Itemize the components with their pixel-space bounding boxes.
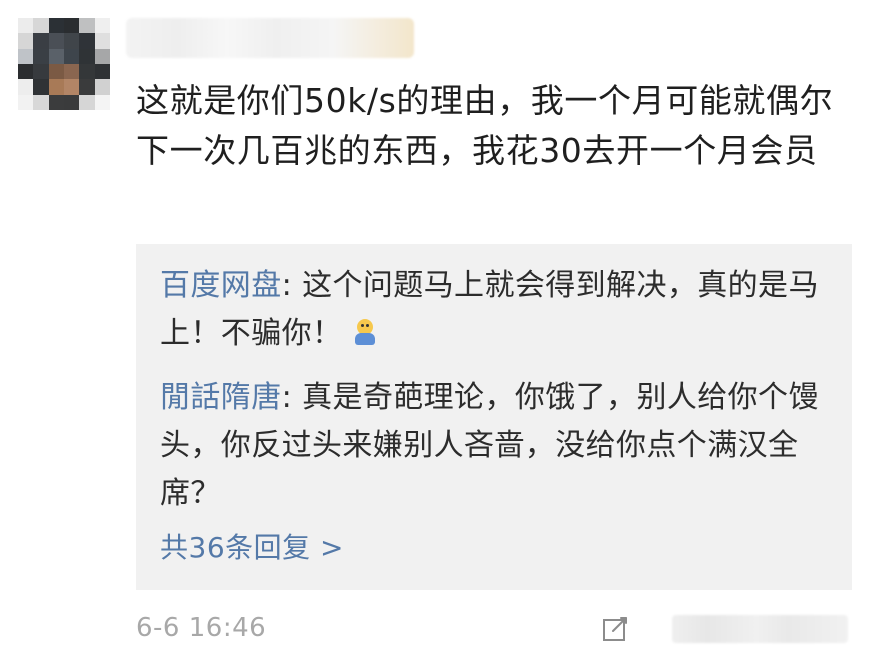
reply-separator: : [281, 380, 303, 415]
reply-separator: : [281, 268, 303, 303]
reply-item[interactable]: 百度网盘: 这个问题马上就会得到解决，真的是马上！不骗你！ [160, 262, 832, 358]
comment-text: 这就是你们50k/s的理由，我一个月可能就偶尔下一次几百兆的东西，我花30去开一… [136, 81, 834, 170]
blurred-action[interactable] [672, 615, 848, 643]
username-blurred[interactable] [126, 18, 414, 58]
edit-icon[interactable] [600, 614, 630, 644]
timestamp: 6-6 16:46 [136, 613, 267, 643]
reply-box[interactable]: 百度网盘: 这个问题马上就会得到解决，真的是马上！不骗你！ 閒話隋唐: 真是奇葩… [136, 244, 852, 590]
more-replies-link[interactable]: 共36条回复 > [160, 528, 344, 568]
avatar[interactable] [18, 18, 110, 110]
reply-item[interactable]: 閒話隋唐: 真是奇葩理论，你饿了，别人给你个馒头，你反过头来嫌别人吝啬，没给你点… [160, 374, 832, 518]
smiley-emoji-icon [350, 317, 380, 347]
reply-author[interactable]: 閒話隋唐 [160, 380, 282, 415]
reply-author[interactable]: 百度网盘 [160, 268, 282, 303]
